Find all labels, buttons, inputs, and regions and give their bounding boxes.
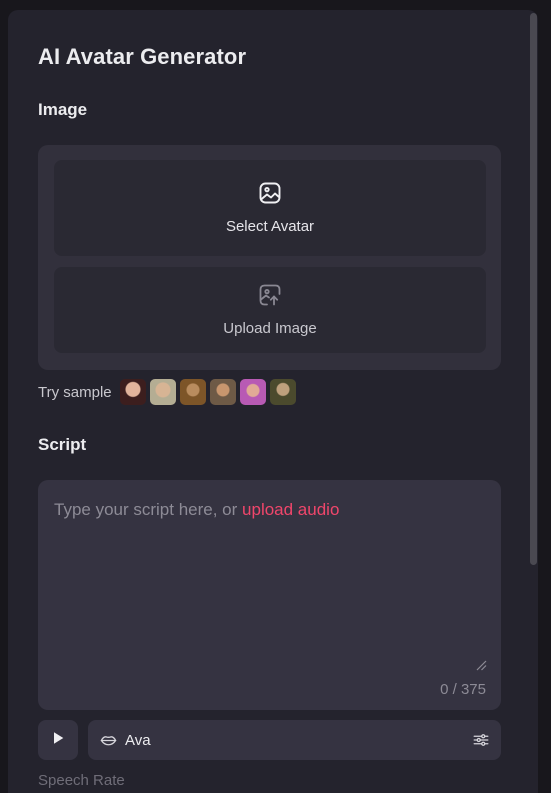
sample-avatar-1[interactable] [119,379,146,405]
sample-avatar-2[interactable] [149,379,176,405]
sample-avatar-4[interactable] [209,379,236,405]
script-section-label: Script [38,435,87,454]
sample-avatar-6[interactable] [269,379,296,405]
voice-select[interactable]: Ava [88,720,501,760]
speech-rate-label: Speech Rate [38,772,125,789]
sample-avatar-3[interactable] [179,379,206,405]
upload-audio-link[interactable]: upload audio [242,500,339,519]
script-placeholder-text: Type your script here, or [54,500,243,519]
page-title: AI Avatar Generator [38,44,247,69]
upload-image-button[interactable]: Upload Image [54,267,486,353]
sample-avatar-5[interactable] [239,379,266,405]
character-count: 0 / 375 [440,681,486,698]
upload-image-icon [258,283,282,312]
play-icon [51,731,65,750]
image-section-label: Image [38,100,88,119]
voice-name: Ava [125,731,151,749]
app-root: AI Avatar Generator Image Select Avatar [0,0,551,793]
avatar-image-icon [258,181,282,210]
play-voice-button[interactable] [38,720,78,760]
resize-grip-icon[interactable] [476,658,487,676]
panel-scrollbar[interactable] [530,13,537,565]
upload-image-label: Upload Image [223,320,317,337]
lips-icon [100,732,117,749]
image-input-box: Select Avatar Upload Image [38,145,501,370]
sliders-icon[interactable] [472,731,490,749]
select-avatar-button[interactable]: Select Avatar [54,160,486,256]
select-avatar-label: Select Avatar [225,218,315,235]
script-placeholder: Type your script here, or upload audio [54,500,339,520]
sample-avatars-row: Try sample [38,378,296,406]
try-sample-label: Try sample [38,383,112,401]
script-textarea[interactable]: Type your script here, or upload audio 0… [38,480,501,710]
